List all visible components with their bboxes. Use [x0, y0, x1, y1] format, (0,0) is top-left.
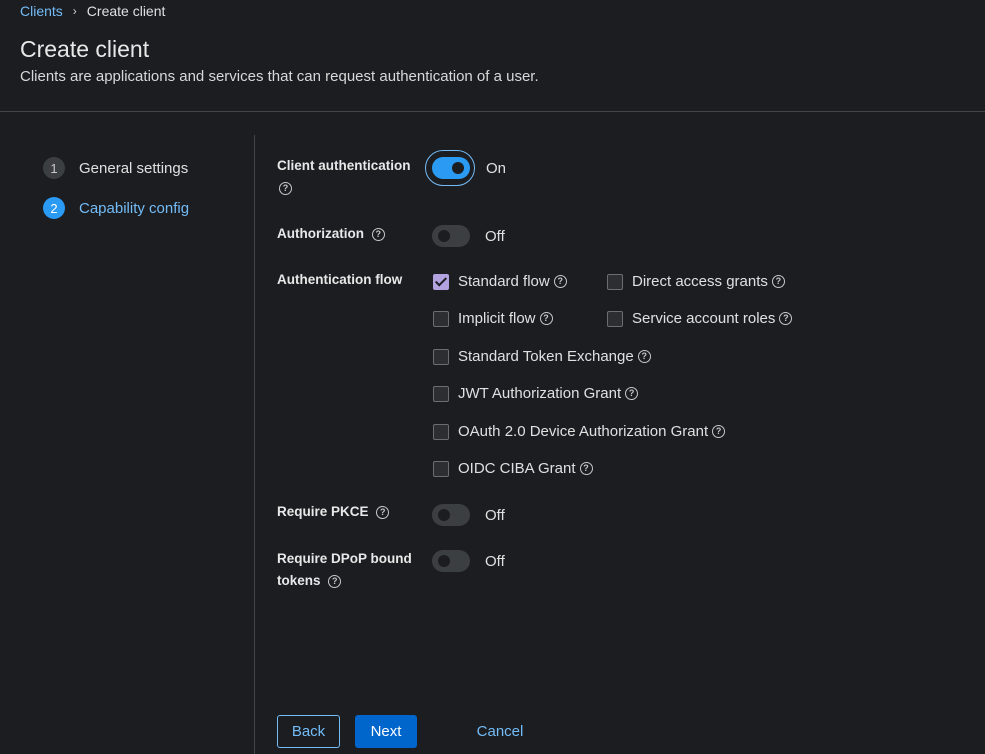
breadcrumb-clients-link[interactable]: Clients: [20, 3, 63, 19]
help-icon[interactable]: ?: [779, 312, 793, 325]
require-pkce-label: Require PKCE ?: [277, 501, 390, 523]
breadcrumb: Clients › Create client: [20, 3, 165, 19]
authorization-label: Authorization ?: [277, 223, 385, 245]
page-title: Create client: [20, 36, 150, 62]
require-pkce-toggle[interactable]: [432, 504, 470, 526]
help-icon[interactable]: ?: [328, 574, 342, 588]
wizard-step-general-settings[interactable]: 1 General settings: [43, 157, 188, 179]
require-dpop-toggle[interactable]: [432, 550, 470, 572]
cancel-button[interactable]: Cancel: [466, 715, 534, 748]
standard-token-exchange-checkbox[interactable]: Standard Token Exchange ?: [433, 348, 651, 365]
require-pkce-state: Off: [485, 507, 505, 524]
oauth-device-authorization-grant-checkbox[interactable]: OAuth 2.0 Device Authorization Grant ?: [433, 423, 726, 440]
help-icon[interactable]: ?: [279, 181, 292, 195]
step-number: 1: [43, 157, 65, 179]
authentication-flow-label: Authentication flow: [277, 272, 403, 287]
service-account-roles-checkbox[interactable]: Service account roles ?: [607, 310, 793, 327]
help-icon[interactable]: ?: [771, 275, 785, 288]
standard-flow-checkbox[interactable]: Standard flow ?: [433, 273, 567, 290]
wizard-step-capability-config[interactable]: 2 Capability config: [43, 197, 189, 219]
step-number: 2: [43, 197, 65, 219]
step-label: General settings: [79, 159, 189, 177]
help-icon[interactable]: ?: [553, 275, 567, 288]
chevron-right-icon: ›: [72, 4, 77, 18]
client-authentication-state: On: [486, 160, 507, 177]
page-description: Clients are applications and services th…: [20, 68, 539, 85]
help-icon[interactable]: ?: [625, 387, 639, 400]
client-authentication-label: Client authentication ?: [277, 158, 411, 195]
step-label: Capability config: [79, 199, 190, 217]
help-icon[interactable]: ?: [376, 505, 390, 519]
jwt-authorization-grant-checkbox[interactable]: JWT Authorization Grant ?: [433, 385, 639, 402]
help-icon[interactable]: ?: [371, 227, 385, 241]
checkbox-checked[interactable]: [433, 273, 449, 290]
help-icon[interactable]: ?: [712, 425, 726, 438]
require-dpop-state: Off: [485, 553, 505, 570]
next-button[interactable]: Next: [355, 715, 417, 748]
authorization-toggle[interactable]: [432, 225, 470, 247]
authorization-state: Off: [485, 228, 505, 245]
help-icon[interactable]: ?: [539, 312, 553, 325]
implicit-flow-checkbox[interactable]: Implicit flow ?: [433, 310, 553, 327]
back-button[interactable]: Back: [277, 715, 340, 748]
help-icon[interactable]: ?: [579, 462, 593, 475]
wizard-nav-divider: [254, 135, 255, 754]
client-authentication-toggle[interactable]: [432, 157, 470, 179]
breadcrumb-current: Create client: [86, 3, 166, 19]
help-icon[interactable]: ?: [637, 350, 651, 363]
header-divider: [0, 111, 985, 112]
require-dpop-label: Require DPoP bound tokens ?: [277, 551, 412, 588]
direct-access-grants-checkbox[interactable]: Direct access grants ?: [607, 273, 785, 290]
oidc-ciba-grant-checkbox[interactable]: OIDC CIBA Grant ?: [433, 460, 593, 477]
